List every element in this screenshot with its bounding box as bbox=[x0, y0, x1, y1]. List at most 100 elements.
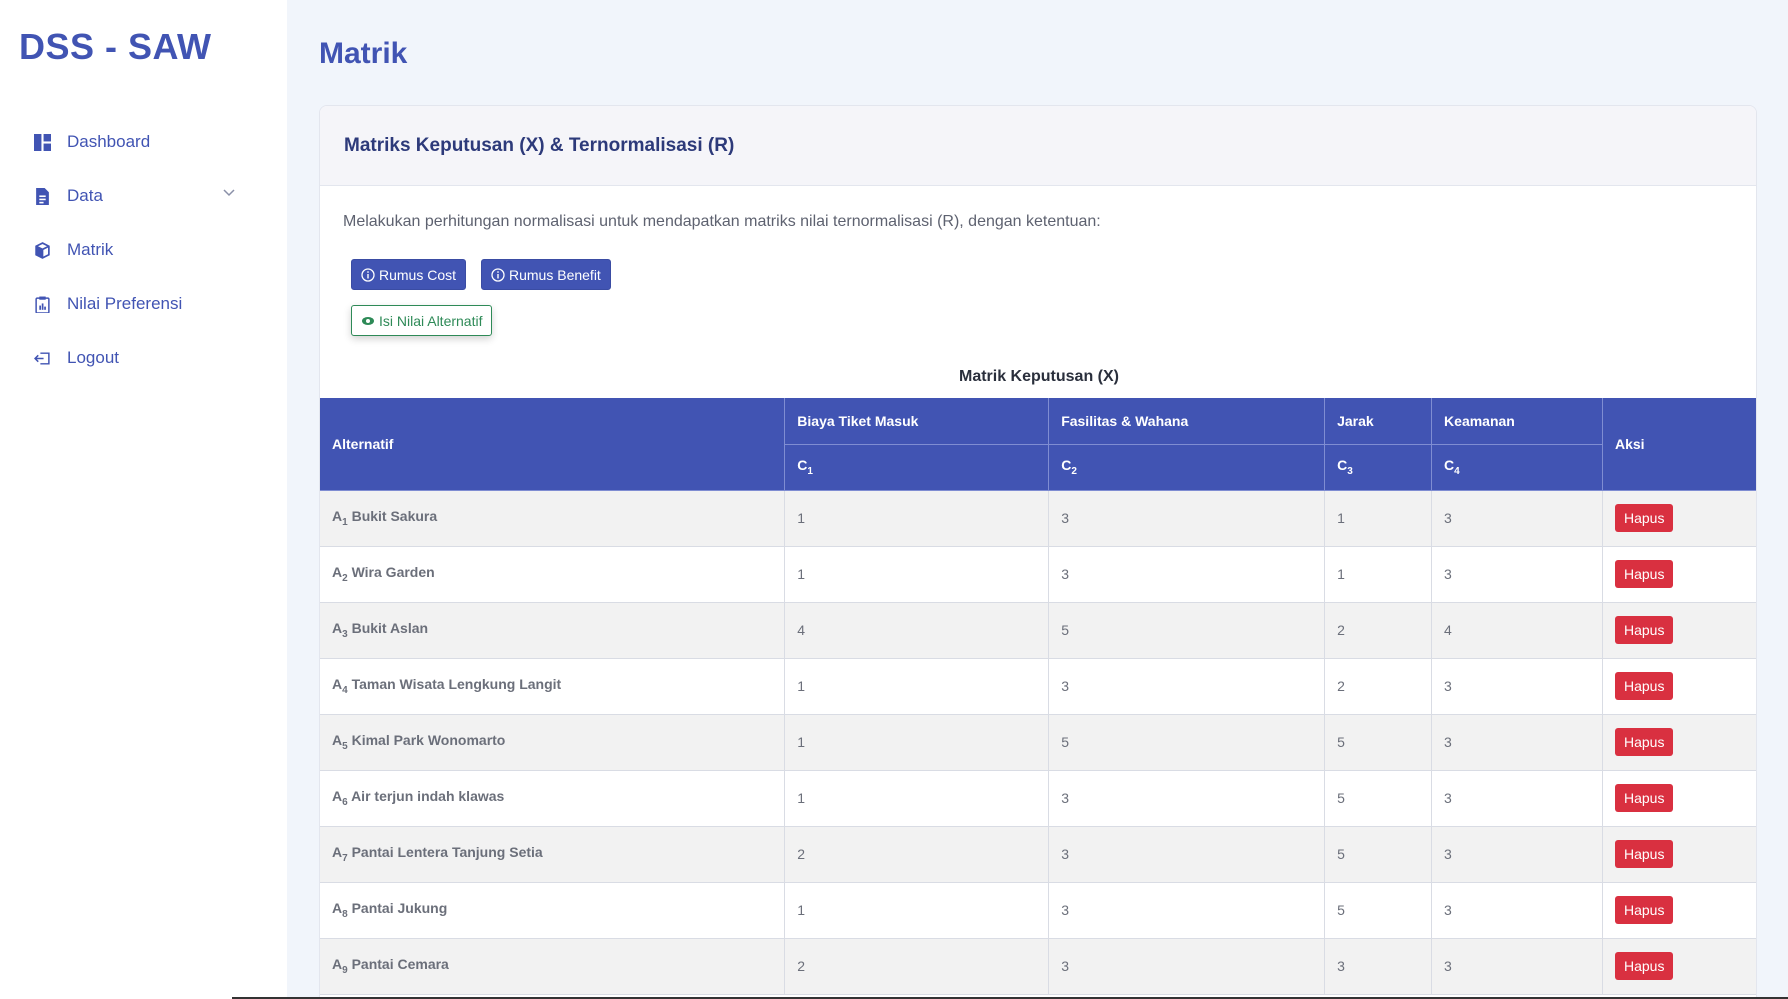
value-cell: 3 bbox=[1048, 938, 1326, 995]
value-cell: 2 bbox=[1324, 602, 1433, 659]
hapus-button[interactable]: Hapus bbox=[1615, 840, 1674, 868]
alternative-name-cell: A5 Kimal Park Wonomarto bbox=[320, 714, 786, 771]
rumus-cost-button[interactable]: Rumus Cost bbox=[351, 259, 467, 290]
value-cell: 2 bbox=[784, 826, 1050, 883]
value-cell: 1 bbox=[1324, 490, 1433, 547]
value-cell: 5 bbox=[1324, 770, 1433, 827]
cube-icon bbox=[35, 241, 50, 259]
document-icon bbox=[36, 187, 49, 205]
alternative-name-cell: A6 Air terjun indah klawas bbox=[320, 770, 786, 827]
value-cell: 5 bbox=[1048, 602, 1326, 659]
alternative-name-cell: A8 Pantai Jukung bbox=[320, 882, 786, 939]
table-row: A9 Pantai Cemara 2 3 3 3 Hapus bbox=[320, 938, 1756, 995]
table-row: A3 Bukit Aslan 4 5 2 4 Hapus bbox=[320, 602, 1756, 659]
value-cell: 3 bbox=[1431, 658, 1603, 715]
clipboard-icon bbox=[35, 296, 50, 313]
sidebar-item-label: Logout bbox=[67, 348, 119, 367]
rumus-benefit-button[interactable]: Rumus Benefit bbox=[481, 259, 611, 290]
value-cell: 3 bbox=[1048, 770, 1326, 827]
value-cell: 3 bbox=[1048, 490, 1326, 547]
alternative-name-cell: A1 Bukit Sakura bbox=[320, 490, 786, 547]
sidebar-item-label: Nilai Preferensi bbox=[67, 294, 183, 313]
action-cell: Hapus bbox=[1602, 602, 1756, 659]
alternative-name-cell: A3 Bukit Aslan bbox=[320, 602, 786, 659]
hapus-button[interactable]: Hapus bbox=[1615, 728, 1674, 756]
isi-nilai-alternatif-label: Isi Nilai Alternatif bbox=[379, 312, 483, 329]
header-aksi: Aksi bbox=[1602, 398, 1756, 491]
sidebar-item-nilai-preferensi[interactable]: Nilai Preferensi bbox=[0, 277, 287, 331]
main-content: Matrik Matriks Keputusan (X) & Ternormal… bbox=[287, 0, 1788, 999]
card-title: Matriks Keputusan (X) & Ternormalisasi (… bbox=[344, 134, 735, 156]
sidebar-item-dashboard[interactable]: Dashboard bbox=[0, 115, 287, 169]
table-row: A7 Pantai Lentera Tanjung Setia 2 3 5 3 Hapus bbox=[320, 826, 1756, 883]
action-cell: Hapus bbox=[1602, 770, 1756, 827]
isi-nilai-alternatif-button[interactable]: Isi Nilai Alternatif bbox=[351, 305, 493, 336]
brand-logo[interactable]: DSS - SAW bbox=[19, 26, 212, 68]
value-cell: 3 bbox=[1431, 490, 1603, 547]
value-cell: 3 bbox=[1048, 882, 1326, 939]
alternative-name-cell: A2 Wira Garden bbox=[320, 546, 786, 603]
header-alternatif: Alternatif bbox=[320, 398, 786, 491]
value-cell: 3 bbox=[1431, 770, 1603, 827]
header-criterion-code: C3 bbox=[1324, 444, 1433, 491]
rumus-cost-label: Rumus Cost bbox=[379, 266, 457, 283]
value-cell: 1 bbox=[784, 490, 1050, 547]
sidebar-item-label: Data bbox=[67, 186, 103, 205]
value-cell: 5 bbox=[1324, 826, 1433, 883]
value-cell: 1 bbox=[784, 770, 1050, 827]
alternative-name-cell: A7 Pantai Lentera Tanjung Setia bbox=[320, 826, 786, 883]
sidebar: DSS - SAW Dashboard Data Matrik Nilai Pr… bbox=[0, 0, 287, 999]
sidebar-item-data[interactable]: Data bbox=[0, 169, 287, 223]
value-cell: 3 bbox=[1431, 826, 1603, 883]
logout-icon bbox=[34, 351, 50, 365]
info-icon bbox=[361, 267, 375, 282]
info-icon bbox=[491, 267, 505, 282]
value-cell: 3 bbox=[1048, 658, 1326, 715]
value-cell: 3 bbox=[1431, 938, 1603, 995]
header-criterion-code: C1 bbox=[784, 444, 1050, 491]
hapus-button[interactable]: Hapus bbox=[1615, 560, 1674, 588]
card-header: Matriks Keputusan (X) & Ternormalisasi (… bbox=[320, 106, 1756, 186]
value-cell: 3 bbox=[1431, 546, 1603, 603]
decision-matrix-table: Alternatif Biaya Tiket Masuk Fasilitas &… bbox=[320, 398, 1756, 995]
value-cell: 2 bbox=[1324, 658, 1433, 715]
alternative-name-cell: A9 Pantai Cemara bbox=[320, 938, 786, 995]
sidebar-nav: Dashboard Data Matrik Nilai Preferensi L… bbox=[0, 115, 287, 385]
table-row: A2 Wira Garden 1 3 1 3 Hapus bbox=[320, 546, 1756, 603]
value-cell: 5 bbox=[1324, 714, 1433, 771]
header-criterion-code: C4 bbox=[1431, 444, 1603, 491]
value-cell: 3 bbox=[1048, 826, 1326, 883]
action-cell: Hapus bbox=[1602, 546, 1756, 603]
sidebar-item-label: Dashboard bbox=[67, 132, 151, 151]
hapus-button[interactable]: Hapus bbox=[1615, 952, 1674, 980]
hapus-button[interactable]: Hapus bbox=[1615, 504, 1674, 532]
chevron-down-icon[interactable] bbox=[222, 186, 236, 200]
sidebar-item-logout[interactable]: Logout bbox=[0, 331, 287, 385]
hapus-button[interactable]: Hapus bbox=[1615, 672, 1674, 700]
sidebar-item-matrik[interactable]: Matrik bbox=[0, 223, 287, 277]
value-cell: 2 bbox=[784, 938, 1050, 995]
value-cell: 1 bbox=[784, 882, 1050, 939]
hapus-button[interactable]: Hapus bbox=[1615, 896, 1674, 924]
table-caption: Matrik Keputusan (X) bbox=[958, 368, 1119, 385]
value-cell: 3 bbox=[1431, 882, 1603, 939]
value-cell: 5 bbox=[1048, 714, 1326, 771]
hapus-button[interactable]: Hapus bbox=[1615, 616, 1674, 644]
action-cell: Hapus bbox=[1602, 882, 1756, 939]
header-criterion-name: Fasilitas & Wahana bbox=[1048, 398, 1326, 445]
value-cell: 1 bbox=[1324, 546, 1433, 603]
header-criterion-name: Biaya Tiket Masuk bbox=[784, 398, 1050, 445]
value-cell: 4 bbox=[784, 602, 1050, 659]
header-criterion-name: Keamanan bbox=[1431, 398, 1603, 445]
hapus-button[interactable]: Hapus bbox=[1615, 784, 1674, 812]
table-row: A8 Pantai Jukung 1 3 5 3 Hapus bbox=[320, 882, 1756, 939]
header-criterion-code: C2 bbox=[1048, 444, 1326, 491]
value-cell: 1 bbox=[784, 714, 1050, 771]
action-cell: Hapus bbox=[1602, 714, 1756, 771]
table-row: A6 Air terjun indah klawas 1 3 5 3 Hapus bbox=[320, 770, 1756, 827]
value-cell: 5 bbox=[1324, 882, 1433, 939]
eye-icon bbox=[362, 316, 374, 325]
action-cell: Hapus bbox=[1602, 938, 1756, 995]
value-cell: 1 bbox=[784, 546, 1050, 603]
value-cell: 3 bbox=[1048, 546, 1326, 603]
